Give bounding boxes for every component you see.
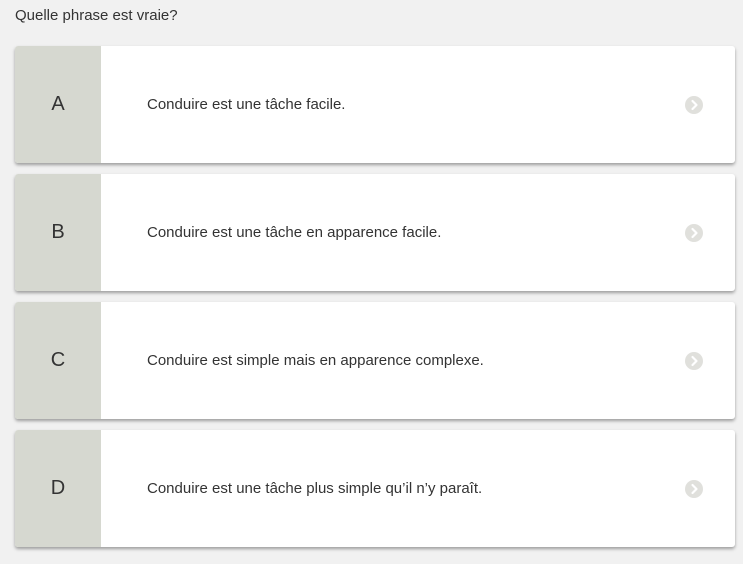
question-text: Quelle phrase est vraie? <box>15 7 178 24</box>
option-c[interactable]: C Conduire est simple mais en apparence … <box>15 302 735 419</box>
chevron-right-circle-icon <box>685 430 735 547</box>
option-letter: A <box>15 46 101 163</box>
chevron-right-circle-icon <box>685 46 735 163</box>
option-b[interactable]: B Conduire est une tâche en apparence fa… <box>15 174 735 291</box>
option-letter: D <box>15 430 101 547</box>
answer-options: A Conduire est une tâche facile. B Condu… <box>15 46 735 558</box>
option-d[interactable]: D Conduire est une tâche plus simple qu’… <box>15 430 735 547</box>
option-text: Conduire est une tâche plus simple qu’il… <box>147 480 483 497</box>
option-letter: B <box>15 174 101 291</box>
option-text: Conduire est une tâche facile. <box>147 96 346 113</box>
option-text: Conduire est simple mais en apparence co… <box>147 352 484 369</box>
option-text: Conduire est une tâche en apparence faci… <box>147 224 442 241</box>
option-letter: C <box>15 302 101 419</box>
chevron-right-circle-icon <box>685 174 735 291</box>
chevron-right-circle-icon <box>685 302 735 419</box>
option-a[interactable]: A Conduire est une tâche facile. <box>15 46 735 163</box>
